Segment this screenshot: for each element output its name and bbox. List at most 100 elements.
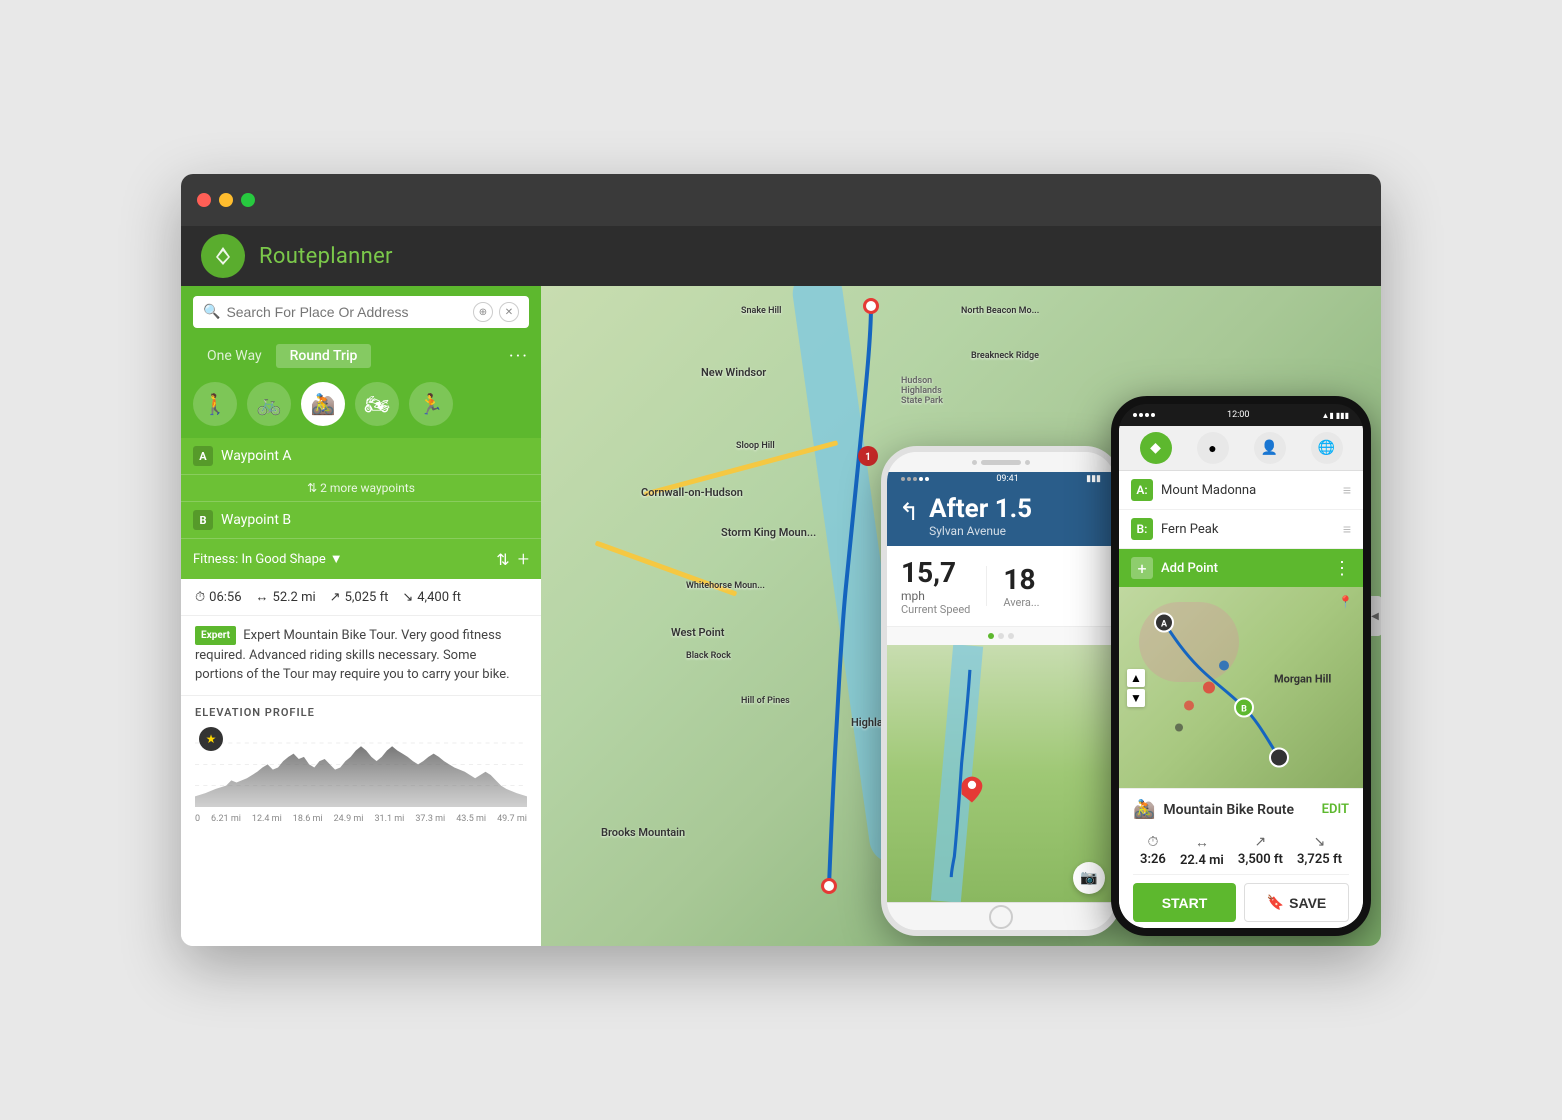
- nav-tab-route[interactable]: ◆: [1140, 432, 1172, 464]
- route-points: A: Mount Madonna ≡ B: Fern Peak ≡ +: [1119, 471, 1363, 587]
- clear-search-icon[interactable]: ✕: [499, 302, 519, 322]
- ascent-icon: ↗: [330, 590, 341, 605]
- avg-speed-display: 18 Avera...: [1003, 563, 1039, 609]
- route-point-b-name: Fern Peak: [1161, 522, 1335, 537]
- save-button[interactable]: 🔖 SAVE: [1244, 883, 1349, 922]
- search-icon: 🔍: [203, 304, 220, 320]
- edit-button[interactable]: EDIT: [1322, 802, 1349, 817]
- time-icon: ⏱: [1147, 834, 1158, 850]
- add-point-row[interactable]: + Add Point ⋮: [1119, 549, 1363, 587]
- route-name: Mountain Bike Route: [1163, 802, 1294, 818]
- elevation-star-icon: ★: [199, 727, 223, 751]
- nav-tabs: ◆ ● 👤 🌐: [1119, 426, 1363, 471]
- dist-icon: ↔: [1195, 834, 1209, 851]
- zoom-in[interactable]: ▲: [1127, 669, 1145, 687]
- turn-arrow-icon: ↰: [899, 498, 919, 526]
- city-sloop: Sloop Hill: [736, 441, 775, 451]
- mode-cycling[interactable]: 🚲: [247, 382, 291, 426]
- minimize-button[interactable]: [219, 193, 233, 207]
- stat-time: ⏱ 06:56: [195, 590, 242, 605]
- maximize-button[interactable]: [241, 193, 255, 207]
- stat-route-distance: ↔ 22.4 mi: [1180, 834, 1224, 868]
- nav-tab-globe[interactable]: 🌐: [1311, 432, 1343, 464]
- add-point-options[interactable]: ⋮: [1333, 558, 1351, 579]
- gps-pin-icon: 📍: [1338, 595, 1353, 609]
- speed-label: Current Speed: [901, 603, 970, 616]
- avg-speed-value: 18: [1003, 563, 1039, 596]
- route-point-a-menu[interactable]: ≡: [1343, 482, 1351, 499]
- city-storm-king: Storm King Moun...: [721, 526, 816, 539]
- signal-dots: [901, 477, 929, 481]
- tab-round-trip[interactable]: Round Trip: [276, 344, 372, 368]
- phone-white-notch: [887, 452, 1115, 472]
- add-point-icon: +: [1131, 557, 1153, 579]
- city-hill-pines: Hill of Pines: [741, 696, 790, 706]
- elevation-chart: [195, 727, 527, 807]
- add-point-label: Add Point: [1161, 561, 1325, 576]
- route-point-b-label: B:: [1131, 518, 1153, 540]
- mode-running[interactable]: 🏃: [409, 382, 453, 426]
- nav-distance: After 1.5: [929, 496, 1103, 522]
- current-speed-value: 15,7: [901, 556, 970, 589]
- speed-unit: mph: [901, 589, 970, 603]
- svg-text:Morgan Hill: Morgan Hill: [1274, 673, 1331, 686]
- search-input-wrapper[interactable]: 🔍 ⊕ ✕: [193, 296, 529, 328]
- home-button[interactable]: [989, 905, 1013, 929]
- city-brooks: Brooks Mountain: [601, 826, 685, 839]
- stats-row: ⏱ 06:56 ↔ 52.2 mi ↗ 5,025 ft ↘ 4,400 ft: [181, 579, 541, 616]
- route-point-b-menu[interactable]: ≡: [1343, 521, 1351, 538]
- waypoint-b-label: B: [193, 510, 213, 530]
- fitness-swap-icon[interactable]: ⇅: [496, 550, 509, 569]
- fitness-label[interactable]: Fitness: In Good Shape ▼: [193, 551, 343, 567]
- route-title-row: 🚵 Mountain Bike Route EDIT: [1133, 799, 1349, 820]
- route-options-button[interactable]: ···: [509, 346, 529, 367]
- transport-modes: 🚶 🚲 🚵 🏍 🏃: [181, 374, 541, 438]
- gps-icon[interactable]: ⊕: [473, 302, 493, 322]
- waypoints: A Waypoint A ⇅ 2 more waypoints B Waypoi…: [181, 438, 541, 539]
- fitness-add-icon[interactable]: +: [518, 547, 529, 571]
- camera-dot: [972, 460, 977, 465]
- mode-mountain-bike[interactable]: 🚵: [301, 382, 345, 426]
- route-point-a-label: A:: [1131, 479, 1153, 501]
- start-button[interactable]: START: [1133, 883, 1236, 922]
- sidebar: 🔍 ⊕ ✕ One Way Round Trip ··· 🚶 🚲 🚵: [181, 286, 541, 946]
- title-bar: [181, 174, 1381, 226]
- elevation-labels: 0 6.21 mi 12.4 mi 18.6 mi 24.9 mi 31.1 m…: [195, 814, 527, 824]
- zoom-controls: ▲ ▼: [1127, 669, 1145, 707]
- route-distance: 22.4 mi: [1180, 853, 1224, 868]
- phone-black: 12:00 ▲▮ ▮▮▮ ◆ ● 👤 🌐: [1111, 396, 1371, 936]
- city-black-rock: Black Rock: [686, 651, 731, 661]
- bookmark-icon: 🔖: [1267, 894, 1284, 911]
- camera-button[interactable]: 📷: [1073, 862, 1105, 894]
- app-title: Routeplanner: [259, 244, 393, 269]
- sensor-dot: [1025, 460, 1030, 465]
- mode-walking[interactable]: 🚶: [193, 382, 237, 426]
- city-north-beacon: North Beacon Mo...: [961, 306, 1039, 316]
- tab-one-way[interactable]: One Way: [193, 344, 276, 368]
- black-time: 12:00: [1227, 410, 1249, 420]
- app-header: Routeplanner: [181, 226, 1381, 286]
- expert-badge: Expert: [195, 626, 236, 645]
- search-bar: 🔍 ⊕ ✕: [181, 286, 541, 338]
- mode-offroad[interactable]: 🏍: [355, 382, 399, 426]
- description-area: Expert Expert Mountain Bike Tour. Very g…: [181, 616, 541, 696]
- dot-2: [998, 633, 1004, 639]
- phone-white: 09:41 ▮▮▮ ↰ After 1.5 Sylvan Avenue: [881, 446, 1121, 936]
- white-phone-map: 📷: [887, 645, 1115, 902]
- more-waypoints[interactable]: ⇅ 2 more waypoints: [181, 475, 541, 502]
- waypoint-b-row[interactable]: B Waypoint B: [181, 502, 541, 539]
- nav-tab-profile[interactable]: 👤: [1254, 432, 1286, 464]
- route-point-a-name: Mount Madonna: [1161, 483, 1335, 498]
- zoom-out[interactable]: ▼: [1127, 689, 1145, 707]
- dot-1: [988, 633, 994, 639]
- route-ascent: 3,500 ft: [1238, 852, 1283, 867]
- nav-tab-location[interactable]: ●: [1197, 432, 1229, 464]
- search-input[interactable]: [226, 304, 467, 320]
- desc-icon: ↘: [1314, 834, 1326, 850]
- map-area[interactable]: 1 New Windsor Cornwall-on-Hudson West Po…: [541, 286, 1381, 946]
- nav-street: Sylvan Avenue: [929, 524, 1103, 538]
- city-cornwall: Cornwall-on-Hudson: [641, 486, 743, 499]
- waypoint-a-row[interactable]: A Waypoint A: [181, 438, 541, 475]
- close-button[interactable]: [197, 193, 211, 207]
- black-phone-map: A B Morgan Hill: [1119, 587, 1363, 788]
